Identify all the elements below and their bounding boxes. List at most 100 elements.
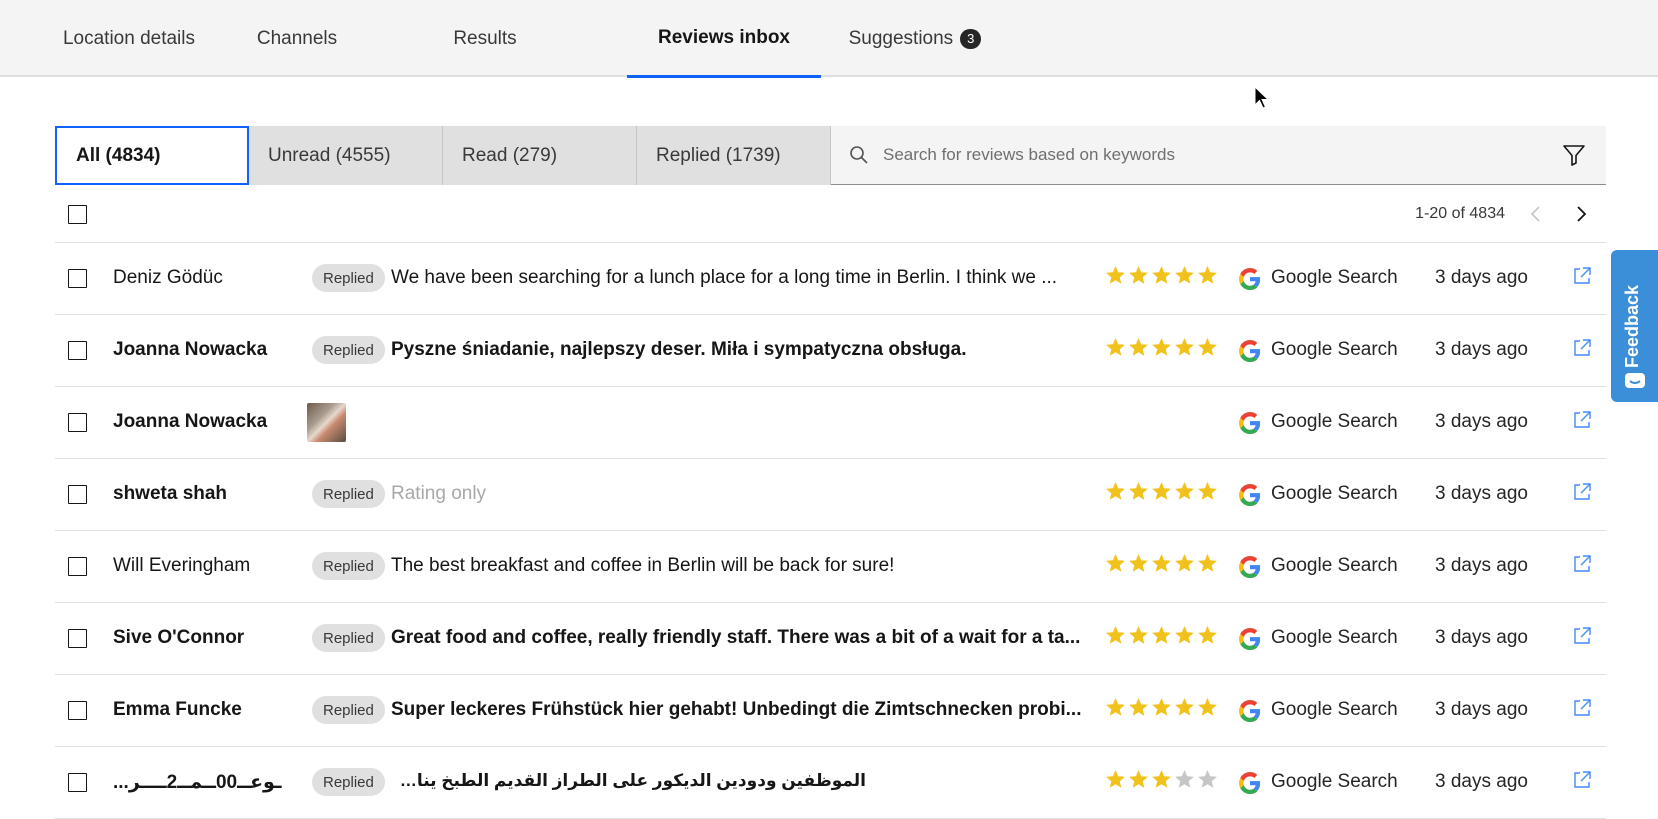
star-rating: [1105, 265, 1218, 286]
review-row[interactable]: shweta shah Replied Rating only Google Sear…: [55, 459, 1606, 531]
reviewer-name: Emma Funcke: [113, 699, 242, 720]
top-tab-bar: Location details Channels Results Review…: [0, 0, 1658, 78]
star-icon: [1106, 266, 1125, 284]
external-link-icon[interactable]: [1572, 482, 1592, 502]
star-icon: [1106, 554, 1125, 572]
star-icon: [1106, 770, 1125, 788]
star-icon: [1129, 770, 1148, 788]
filter-read[interactable]: Read (279): [443, 126, 637, 185]
review-row[interactable]: Joanna Nowacka Google Search 3 days ago: [55, 387, 1606, 459]
review-text: Great food and coffee, really friendly s…: [391, 627, 1081, 648]
review-row[interactable]: Deniz Gödüc Replied We have been searching…: [55, 243, 1606, 315]
replied-tag: Replied: [312, 264, 385, 292]
chevron-right-icon[interactable]: [1574, 205, 1588, 223]
external-link-icon[interactable]: [1572, 266, 1592, 286]
review-row[interactable]: Sive O'Connor Replied Great food and coffe…: [55, 603, 1606, 675]
star-icon: [1175, 482, 1194, 500]
chat-icon: [1625, 373, 1645, 388]
replied-tag: Replied: [312, 480, 385, 508]
star-icon: [1106, 698, 1125, 716]
row-checkbox[interactable]: [68, 557, 87, 576]
row-checkbox[interactable]: [68, 413, 87, 432]
external-link-icon[interactable]: [1572, 698, 1592, 718]
review-text: The best breakfast and coffee in Berlin …: [391, 555, 895, 576]
filter-funnel-icon[interactable]: [1562, 143, 1586, 167]
chevron-left-icon[interactable]: [1529, 205, 1543, 223]
tab-location-details[interactable]: Location details: [58, 0, 200, 77]
star-icon: [1198, 266, 1217, 284]
star-icon: [1106, 482, 1125, 500]
review-source: Google Search: [1271, 267, 1398, 288]
external-link-icon[interactable]: [1572, 770, 1592, 790]
replied-tag: Replied: [312, 552, 385, 580]
external-link-icon[interactable]: [1572, 410, 1592, 430]
star-icon: [1198, 482, 1217, 500]
star-icon: [1198, 626, 1217, 644]
row-checkbox[interactable]: [68, 773, 87, 792]
row-checkbox[interactable]: [68, 269, 87, 288]
review-row[interactable]: Will Everingham Replied The best breakfast…: [55, 531, 1606, 603]
replied-tag: Replied: [312, 336, 385, 364]
review-photo-thumbnail[interactable]: [307, 403, 346, 442]
filter-unread[interactable]: Unread (4555): [249, 126, 443, 185]
reviewer-name: shweta shah: [113, 483, 228, 504]
tab-suggestions[interactable]: Suggestions 3: [842, 0, 988, 77]
star-icon: [1129, 554, 1148, 572]
review-date: 3 days ago: [1435, 267, 1528, 288]
review-date: 3 days ago: [1435, 699, 1528, 720]
star-icon: [1152, 626, 1171, 644]
tab-results[interactable]: Results: [450, 0, 520, 77]
star-icon: [1152, 554, 1171, 572]
reviewer-name: ...ـوعــ00ــمــ2ــــر: [113, 772, 282, 793]
star-icon: [1152, 698, 1171, 716]
filter-replied[interactable]: Replied (1739): [637, 126, 831, 185]
external-link-icon[interactable]: [1572, 338, 1592, 358]
review-text: Rating only: [391, 483, 487, 504]
review-date: 3 days ago: [1435, 771, 1528, 792]
google-icon: [1239, 700, 1261, 722]
review-text: Super leckeres Frühstück hier gehabt! Un…: [391, 699, 1082, 720]
review-date: 3 days ago: [1435, 411, 1528, 432]
external-link-icon[interactable]: [1572, 626, 1592, 646]
tab-reviews-inbox[interactable]: Reviews inbox: [627, 0, 821, 78]
star-icon: [1198, 554, 1217, 572]
star-rating: [1105, 769, 1218, 790]
review-source: Google Search: [1271, 699, 1398, 720]
reviewer-name: Sive O'Connor: [113, 627, 245, 648]
google-icon: [1239, 484, 1261, 506]
star-icon: [1198, 338, 1217, 356]
suggestions-count-badge: 3: [960, 28, 982, 49]
row-checkbox[interactable]: [68, 485, 87, 504]
row-checkbox[interactable]: [68, 701, 87, 720]
star-icon: [1152, 266, 1171, 284]
external-link-icon[interactable]: [1572, 554, 1592, 574]
star-icon: [1175, 698, 1194, 716]
select-all-checkbox[interactable]: [68, 205, 87, 224]
search-input[interactable]: [883, 145, 1523, 165]
star-icon: [1175, 266, 1194, 284]
star-icon: [1198, 770, 1217, 788]
review-text: الموظفين ودودين الديكور على الطراز القدي…: [391, 771, 866, 790]
google-icon: [1239, 628, 1261, 650]
star-icon: [1106, 338, 1125, 356]
google-icon: [1239, 772, 1261, 794]
review-row[interactable]: Emma Funcke Replied Super leckeres Frühstü…: [55, 675, 1606, 747]
row-checkbox[interactable]: [68, 341, 87, 360]
reviewer-name: Joanna Nowacka: [113, 339, 268, 360]
row-checkbox[interactable]: [68, 629, 87, 648]
star-icon: [1152, 770, 1171, 788]
search-icon: [850, 146, 868, 164]
tab-channels[interactable]: Channels: [255, 0, 339, 77]
review-row[interactable]: Joanna Nowacka Replied Pyszne śniadanie, n…: [55, 315, 1606, 387]
review-filter-bar: All (4834) Unread (4555) Read (279) Repl…: [55, 126, 1606, 185]
review-row[interactable]: ...ـوعــ00ــمــ2ــــر Replied الموظفين ودو…: [55, 747, 1606, 819]
review-source: Google Search: [1271, 627, 1398, 648]
review-date: 3 days ago: [1435, 555, 1528, 576]
review-source: Google Search: [1271, 411, 1398, 432]
filter-all[interactable]: All (4834): [55, 126, 249, 185]
mouse-cursor-icon: [1254, 86, 1270, 109]
feedback-tab[interactable]: Feedback: [1611, 250, 1658, 402]
review-text: Pyszne śniadanie, najlepszy deser. Miła …: [391, 339, 967, 360]
star-icon: [1175, 554, 1194, 572]
search-box: [831, 126, 1606, 185]
